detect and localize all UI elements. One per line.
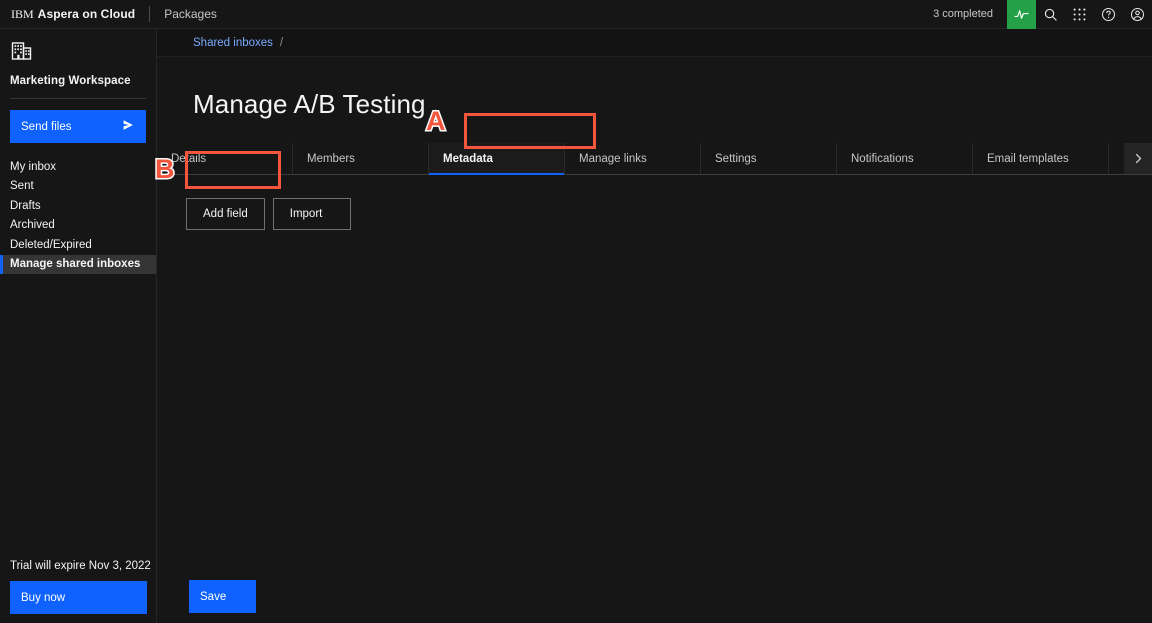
breadcrumb-shared-inboxes[interactable]: Shared inboxes bbox=[193, 37, 273, 49]
tab-bar: Details Members Metadata Manage links Se… bbox=[157, 143, 1152, 175]
tab-manage-links[interactable]: Manage links bbox=[565, 143, 701, 174]
buy-now-button[interactable]: Buy now bbox=[10, 581, 147, 614]
tab-settings[interactable]: Settings bbox=[701, 143, 837, 174]
sidebar-item-label: Sent bbox=[10, 180, 34, 193]
tab-label: Manage links bbox=[579, 152, 647, 165]
tab-label: Notifications bbox=[851, 152, 914, 165]
sidebar-nav-list: My inbox Sent Drafts Archived Deleted/Ex… bbox=[0, 157, 156, 274]
top-navigation-bar: IBM Aspera on Cloud Packages 3 completed bbox=[0, 0, 1152, 29]
sidebar-item-label: Drafts bbox=[10, 199, 41, 212]
tab-notifications[interactable]: Notifications bbox=[837, 143, 973, 174]
sidebar-divider bbox=[10, 98, 146, 99]
tab-label: Email templates bbox=[987, 152, 1069, 165]
building-icon bbox=[0, 29, 156, 68]
page-title: Manage A/B Testing bbox=[193, 89, 426, 119]
completed-status: 3 completed bbox=[933, 8, 993, 20]
sidebar-item-label: Archived bbox=[10, 219, 55, 232]
sidebar-item-label: Deleted/Expired bbox=[10, 238, 92, 251]
main-content: Shared inboxes / Manage A/B Testing Deta… bbox=[157, 29, 1152, 623]
sidebar-item-sent[interactable]: Sent bbox=[0, 177, 156, 197]
breadcrumb: Shared inboxes / bbox=[157, 29, 1152, 57]
search-icon[interactable] bbox=[1036, 0, 1065, 29]
sidebar-item-label: My inbox bbox=[10, 160, 57, 173]
tab-label: Details bbox=[171, 152, 207, 165]
send-files-button[interactable]: Send files bbox=[10, 110, 146, 143]
add-field-button[interactable]: Add field bbox=[186, 198, 265, 230]
tab-metadata[interactable]: Metadata bbox=[429, 143, 565, 175]
send-files-label: Send files bbox=[21, 120, 72, 133]
app-root: IBM Aspera on Cloud Packages 3 completed bbox=[0, 0, 1152, 623]
tab-label: Metadata bbox=[443, 152, 493, 165]
tab-email-templates[interactable]: Email templates bbox=[973, 143, 1109, 174]
account-icon[interactable] bbox=[1123, 0, 1152, 29]
brand-product-label: Aspera on Cloud bbox=[37, 7, 136, 21]
help-icon[interactable] bbox=[1094, 0, 1123, 29]
topbar-divider bbox=[149, 6, 151, 22]
sidebar-item-label: Manage shared inboxes bbox=[10, 258, 141, 271]
chevron-right-icon[interactable] bbox=[1124, 143, 1152, 174]
nav-packages[interactable]: Packages bbox=[164, 0, 217, 28]
send-icon bbox=[121, 118, 135, 135]
brand-ibm-label: IBM bbox=[11, 6, 34, 21]
sidebar-item-drafts[interactable]: Drafts bbox=[0, 196, 156, 216]
breadcrumb-separator: / bbox=[279, 36, 284, 49]
trial-expiry-notice: Trial will expire Nov 3, 2022 bbox=[10, 560, 151, 572]
save-button[interactable]: Save bbox=[189, 580, 256, 613]
tab-label: Members bbox=[307, 152, 355, 165]
tab-label: Settings bbox=[715, 152, 757, 165]
sidebar: Marketing Workspace Send files My inbox … bbox=[0, 29, 157, 623]
activity-icon[interactable] bbox=[1007, 0, 1036, 29]
app-switcher-icon[interactable] bbox=[1065, 0, 1094, 29]
metadata-action-row: Add field Import bbox=[157, 175, 1152, 230]
sidebar-item-manage-shared-inboxes[interactable]: Manage shared inboxes bbox=[0, 254, 156, 274]
tab-members[interactable]: Members bbox=[293, 143, 429, 174]
sidebar-item-my-inbox[interactable]: My inbox bbox=[0, 157, 156, 177]
sidebar-item-deleted-expired[interactable]: Deleted/Expired bbox=[0, 235, 156, 255]
tab-details[interactable]: Details bbox=[157, 143, 293, 174]
sidebar-item-archived[interactable]: Archived bbox=[0, 216, 156, 236]
import-button[interactable]: Import bbox=[272, 198, 351, 230]
workspace-name: Marketing Workspace bbox=[10, 75, 131, 87]
topbar-right-cluster: 3 completed bbox=[919, 0, 1152, 29]
brand-logo[interactable]: IBM Aspera on Cloud bbox=[0, 0, 135, 28]
